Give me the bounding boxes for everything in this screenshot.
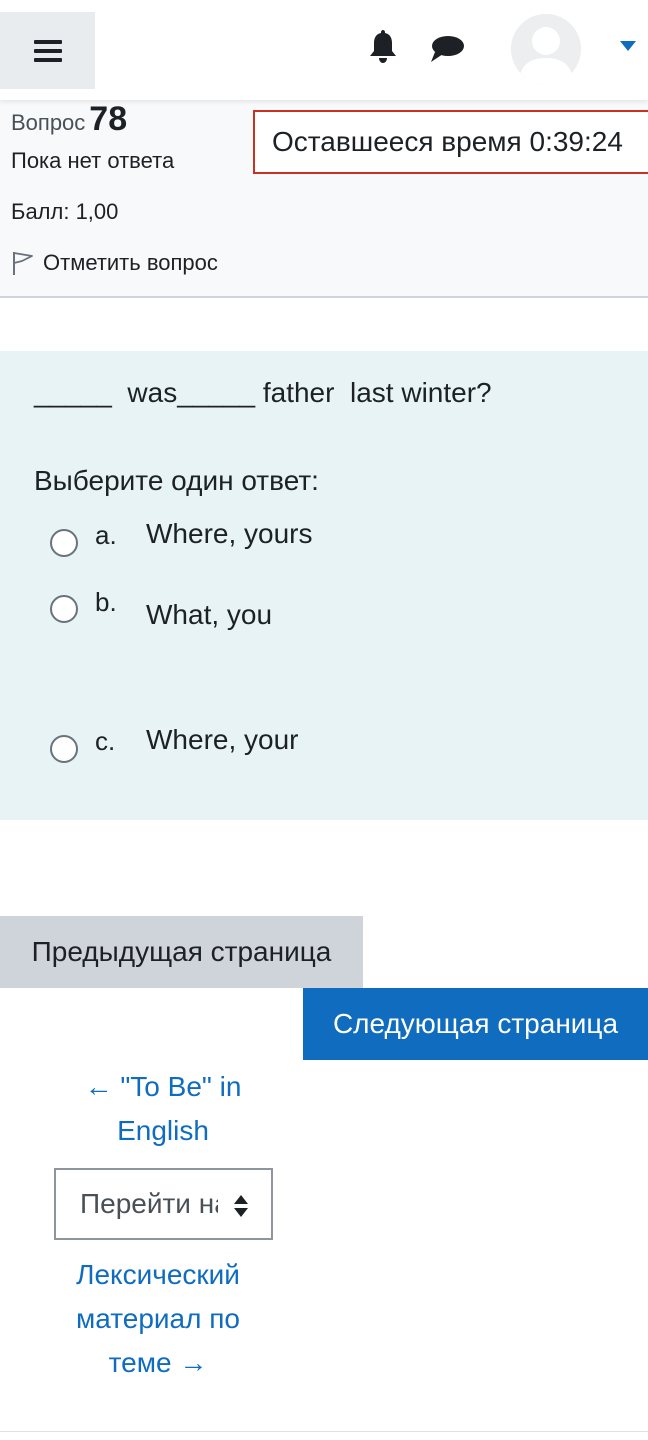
bell-icon[interactable]	[366, 28, 400, 64]
answer-prompt: Выберите один ответ:	[34, 465, 319, 496]
option-text: Where, yours	[146, 518, 313, 549]
question-label-text: Вопрос	[11, 110, 86, 135]
hamburger-icon	[33, 39, 62, 62]
next-activity-line2: материал по	[76, 1303, 240, 1334]
next-activity-link[interactable]: Лексический материал по теме →	[50, 1253, 266, 1385]
option-letter: a.	[95, 520, 117, 550]
flag-icon	[13, 252, 33, 275]
question-state: Пока нет ответа	[11, 148, 175, 173]
radio-button[interactable]	[50, 529, 78, 557]
avatar[interactable]	[511, 14, 581, 84]
option-letter: b.	[95, 587, 117, 617]
previous-activity-line2: English	[117, 1115, 209, 1146]
jump-to-select[interactable]: Перейти на...	[54, 1168, 273, 1240]
chat-bubble-icon[interactable]	[429, 34, 465, 64]
user-avatar-icon	[511, 14, 581, 84]
question-text: _____ was_____ father last winter?	[34, 377, 492, 408]
option-letter: c.	[95, 726, 116, 756]
sort-arrows-icon	[234, 1195, 248, 1217]
previous-page-button[interactable]: Предыдущая страница	[0, 916, 363, 988]
question-content: _____ was_____ father last winter? Выбер…	[0, 351, 648, 820]
divider	[0, 1431, 648, 1432]
question-grade: Балл: 1,00	[11, 199, 119, 224]
top-navbar	[0, 0, 648, 100]
flag-question-button[interactable]: Отметить вопрос	[11, 250, 218, 276]
next-activity-line1: Лексический	[76, 1259, 240, 1290]
menu-toggle-button[interactable]	[0, 12, 95, 89]
previous-activity-line1: ← "To Be" in	[84, 1071, 242, 1102]
question-number-label: Вопрос 78	[11, 100, 127, 139]
question-number: 78	[89, 100, 128, 138]
jump-to-select-value: Перейти на...	[80, 1188, 218, 1219]
radio-button[interactable]	[50, 735, 78, 763]
caret-down-icon[interactable]	[620, 41, 636, 51]
previous-activity-link[interactable]: ← "To Be" in English	[60, 1065, 266, 1153]
option-text: Where, your	[146, 724, 299, 755]
next-page-button[interactable]: Следующая страница	[303, 988, 648, 1060]
option-text: What, you	[146, 599, 273, 630]
next-activity-line3: теме →	[108, 1347, 208, 1378]
radio-button[interactable]	[50, 595, 78, 623]
quiz-timer: Оставшееся время 0:39:24	[253, 110, 648, 174]
flag-question-label: Отметить вопрос	[43, 250, 218, 275]
